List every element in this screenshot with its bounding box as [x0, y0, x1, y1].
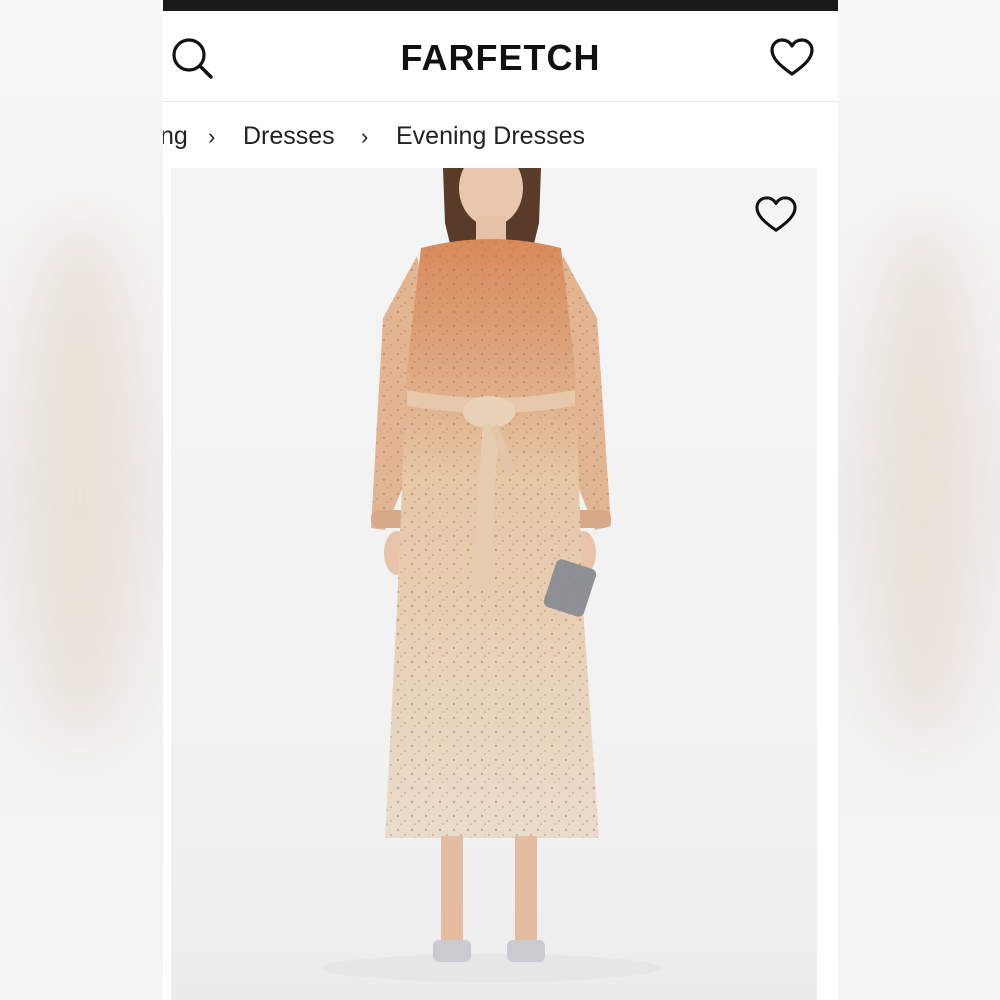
farfetch-logo[interactable]: FARFETCH: [163, 37, 838, 79]
heart-icon: [755, 196, 797, 232]
breadcrumb-item-clothing[interactable]: ng: [163, 122, 188, 151]
breadcrumb: ng › Dresses › Evening Dresses: [163, 102, 838, 168]
wishlist-button[interactable]: [769, 37, 815, 79]
product-image-container[interactable]: [171, 168, 817, 1000]
product-wishlist-button[interactable]: [754, 195, 798, 235]
status-bar: [163, 0, 838, 11]
breadcrumb-item-dresses[interactable]: Dresses: [243, 122, 335, 151]
breadcrumb-separator: ›: [361, 124, 369, 149]
background-left: [0, 0, 163, 1000]
phone-screen: FARFETCH ng › Dresses › Evening Dresses: [163, 0, 838, 1000]
product-image: [321, 168, 661, 982]
breadcrumb-separator: ›: [208, 124, 216, 149]
site-header: FARFETCH: [163, 11, 838, 102]
background-right: [838, 0, 1000, 1000]
heart-icon: [770, 38, 814, 76]
breadcrumb-item-evening-dresses[interactable]: Evening Dresses: [396, 122, 585, 151]
